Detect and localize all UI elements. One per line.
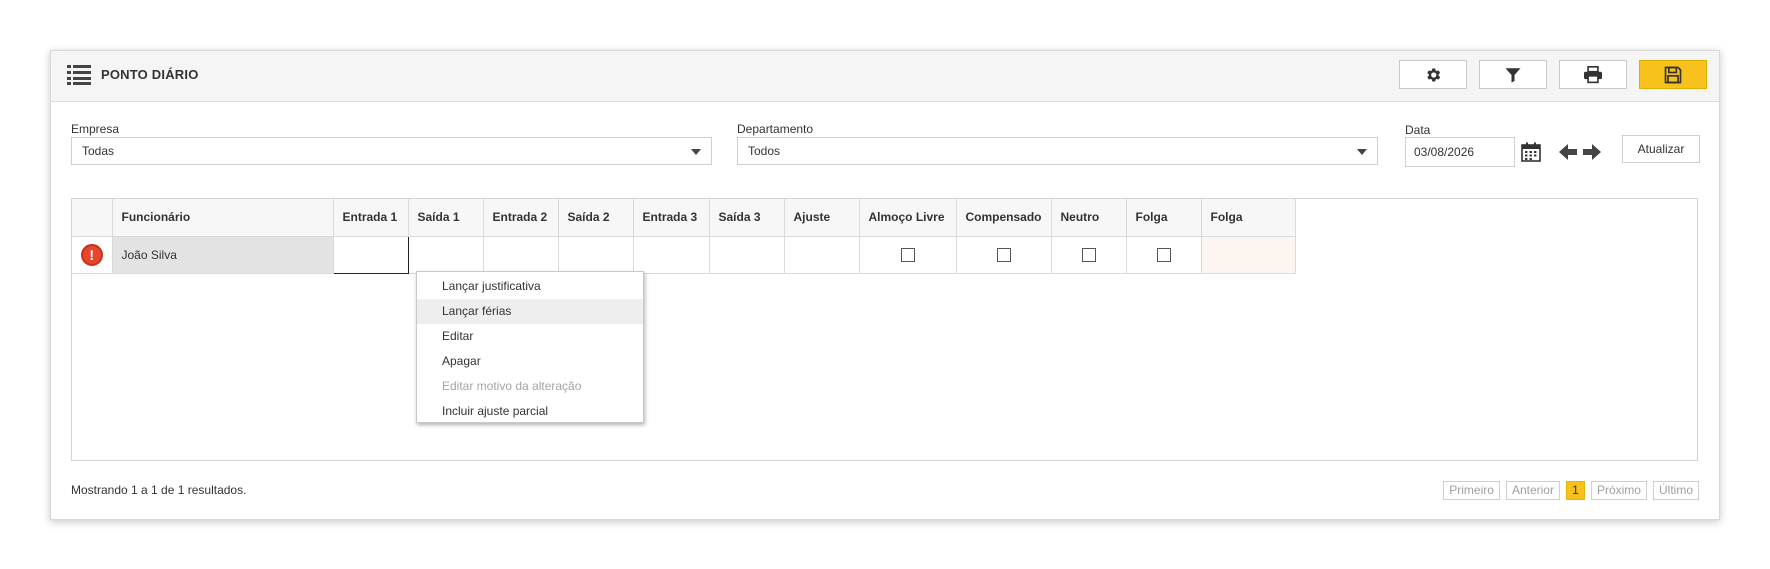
filter-button[interactable]: [1479, 60, 1547, 89]
print-icon: [1584, 65, 1602, 83]
funcionario-cell[interactable]: João Silva: [111, 235, 334, 274]
alert-icon[interactable]: !: [80, 243, 103, 266]
save-button[interactable]: [1639, 60, 1707, 89]
empresa-select[interactable]: Todas: [71, 137, 712, 165]
atualizar-button[interactable]: Atualizar: [1622, 135, 1700, 163]
arrow-left-icon[interactable]: [1559, 144, 1577, 160]
ponto-table: Funcionário Entrada 1 Saída 1 Entrada 2 …: [72, 199, 1296, 274]
list-icon: [67, 65, 91, 85]
ajuste-cell[interactable]: [783, 235, 860, 274]
departamento-value: Todos: [748, 144, 781, 158]
save-icon: [1664, 66, 1682, 83]
folga-2-cell[interactable]: [1200, 235, 1296, 274]
col-header-saida3[interactable]: Saída 3: [708, 199, 785, 237]
page-first[interactable]: Primeiro: [1443, 481, 1500, 500]
compensado-checkbox[interactable]: [996, 247, 1011, 262]
date-input[interactable]: [1405, 137, 1515, 167]
panel-header: PONTO DIÁRIO: [51, 51, 1719, 102]
page-current[interactable]: 1: [1565, 481, 1585, 500]
page-prev[interactable]: Anterior: [1505, 481, 1560, 500]
chevron-down-icon: [691, 149, 701, 155]
menu-item-editar[interactable]: Editar: [417, 324, 643, 349]
saida2-cell[interactable]: [557, 235, 634, 274]
almoco-livre-checkbox[interactable]: [900, 247, 915, 262]
chevron-down-icon: [1357, 149, 1367, 155]
filter-icon: [1505, 67, 1521, 82]
status-cell: !: [72, 235, 113, 274]
print-button[interactable]: [1559, 60, 1627, 89]
col-header-saida1[interactable]: Saída 1: [407, 199, 484, 237]
calendar-icon[interactable]: [1521, 142, 1541, 162]
entrada3-cell[interactable]: [632, 235, 710, 274]
menu-item-lancar-justificativa[interactable]: Lançar justificativa: [417, 274, 643, 299]
saida1-cell[interactable]: [407, 235, 484, 274]
results-count: Mostrando 1 a 1 de 1 resultados.: [71, 483, 247, 497]
col-header-folga[interactable]: Folga: [1125, 199, 1202, 237]
entrada1-cell[interactable]: [332, 235, 409, 274]
ponto-diario-panel: PONTO DIÁRIO Empresa Todas Departamento …: [50, 50, 1720, 520]
page-title: PONTO DIÁRIO: [101, 67, 199, 82]
col-header-ajuste[interactable]: Ajuste: [783, 199, 860, 237]
menu-item-apagar[interactable]: Apagar: [417, 349, 643, 374]
saida3-cell[interactable]: [708, 235, 785, 274]
departamento-select[interactable]: Todos: [737, 137, 1378, 165]
folga-checkbox[interactable]: [1156, 247, 1171, 262]
col-header-almoco-livre[interactable]: Almoço Livre: [858, 199, 957, 237]
col-header-entrada2[interactable]: Entrada 2: [482, 199, 559, 237]
empresa-value: Todas: [82, 144, 115, 158]
departamento-label: Departamento: [737, 122, 814, 136]
page-last[interactable]: Último: [1652, 481, 1699, 500]
col-header-funcionario[interactable]: Funcionário: [111, 199, 334, 237]
folga-cell: [1125, 235, 1202, 274]
arrow-right-icon[interactable]: [1583, 144, 1601, 160]
settings-button[interactable]: [1399, 60, 1467, 89]
menu-item-incluir-ajuste-parcial[interactable]: Incluir ajuste parcial: [417, 399, 643, 424]
pagination: Primeiro Anterior 1 Próximo Último: [1443, 481, 1699, 500]
neutro-cell: [1050, 235, 1127, 274]
empresa-label: Empresa: [71, 122, 120, 136]
neutro-checkbox[interactable]: [1081, 247, 1096, 262]
almoco-livre-cell: [858, 235, 957, 274]
col-header-status: [72, 199, 113, 237]
table-row[interactable]: ! João Silva: [72, 235, 1296, 274]
compensado-cell: [955, 235, 1052, 274]
context-menu: Lançar justificativa Lançar férias Edita…: [416, 271, 644, 423]
date-nav-arrows: [1559, 144, 1601, 160]
col-header-compensado[interactable]: Compensado: [955, 199, 1052, 237]
col-header-neutro[interactable]: Neutro: [1050, 199, 1127, 237]
col-header-entrada1[interactable]: Entrada 1: [332, 199, 409, 237]
data-label: Data: [1405, 123, 1431, 137]
col-header-entrada3[interactable]: Entrada 3: [632, 199, 710, 237]
col-header-saida2[interactable]: Saída 2: [557, 199, 634, 237]
menu-item-lancar-ferias[interactable]: Lançar férias: [417, 299, 643, 324]
ponto-grid: Funcionário Entrada 1 Saída 1 Entrada 2 …: [71, 198, 1698, 461]
gear-icon: [1427, 67, 1441, 82]
page-next[interactable]: Próximo: [1590, 481, 1647, 500]
entrada2-cell[interactable]: [482, 235, 559, 274]
table-header-row: Funcionário Entrada 1 Saída 1 Entrada 2 …: [72, 199, 1296, 237]
col-header-folga-2[interactable]: Folga: [1200, 199, 1296, 237]
menu-item-editar-motivo: Editar motivo da alteração: [442, 379, 582, 393]
